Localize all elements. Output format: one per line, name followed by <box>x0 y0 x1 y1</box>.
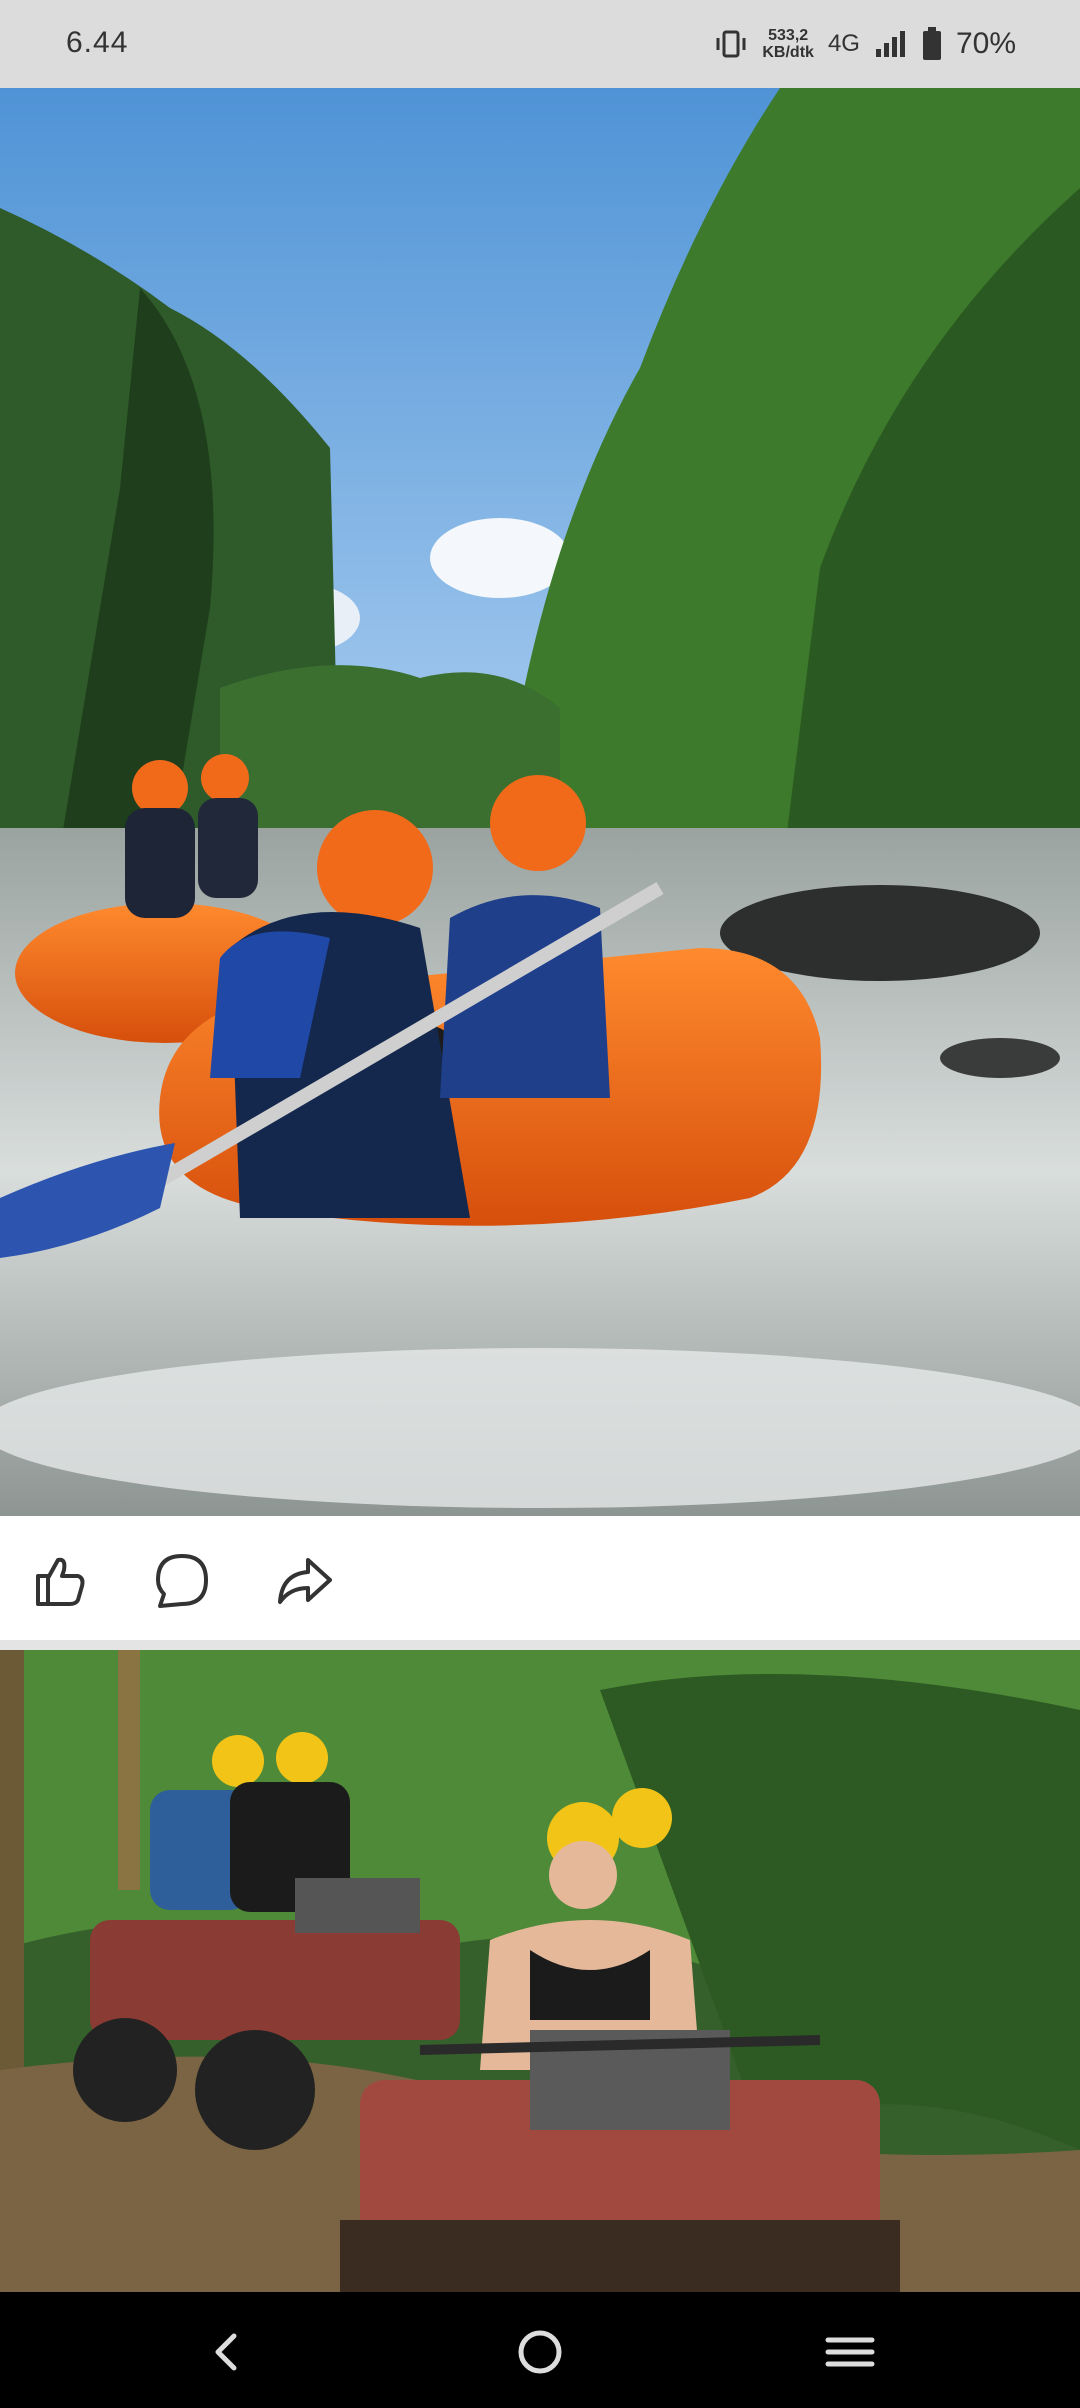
battery-percent: 70% <box>955 27 1016 60</box>
river-rafting-photo <box>0 88 1080 1516</box>
status-time: 6.44 <box>66 26 129 59</box>
post-photo-atv[interactable] <box>0 1650 1080 2292</box>
like-icon[interactable] <box>28 1548 92 1612</box>
post-divider <box>0 1640 1080 1650</box>
recent-apps-icon[interactable] <box>820 2322 880 2382</box>
share-icon[interactable] <box>272 1548 336 1612</box>
network-type: 4G <box>827 30 860 57</box>
comment-icon[interactable] <box>150 1548 214 1612</box>
battery-icon <box>922 27 941 60</box>
system-nav-bar <box>0 2292 1080 2408</box>
post-photo-rafting[interactable] <box>0 88 1080 1516</box>
atv-jungle-photo <box>0 1650 1080 2292</box>
signal-icon <box>875 31 905 57</box>
network-speed-unit: KB/dtk <box>762 44 814 61</box>
network-speed: 533,2 KB/dtk <box>762 27 814 61</box>
status-bar: 6.44 533,2 KB/dtk 4G 70% <box>0 0 1080 88</box>
vibrate-icon <box>716 30 746 58</box>
network-speed-value: 533,2 <box>768 27 809 44</box>
post-action-bar <box>0 1516 1080 1640</box>
status-icons: 533,2 KB/dtk 4G 70% <box>714 22 1016 66</box>
home-icon[interactable] <box>510 2322 570 2382</box>
back-icon[interactable] <box>196 2322 256 2382</box>
